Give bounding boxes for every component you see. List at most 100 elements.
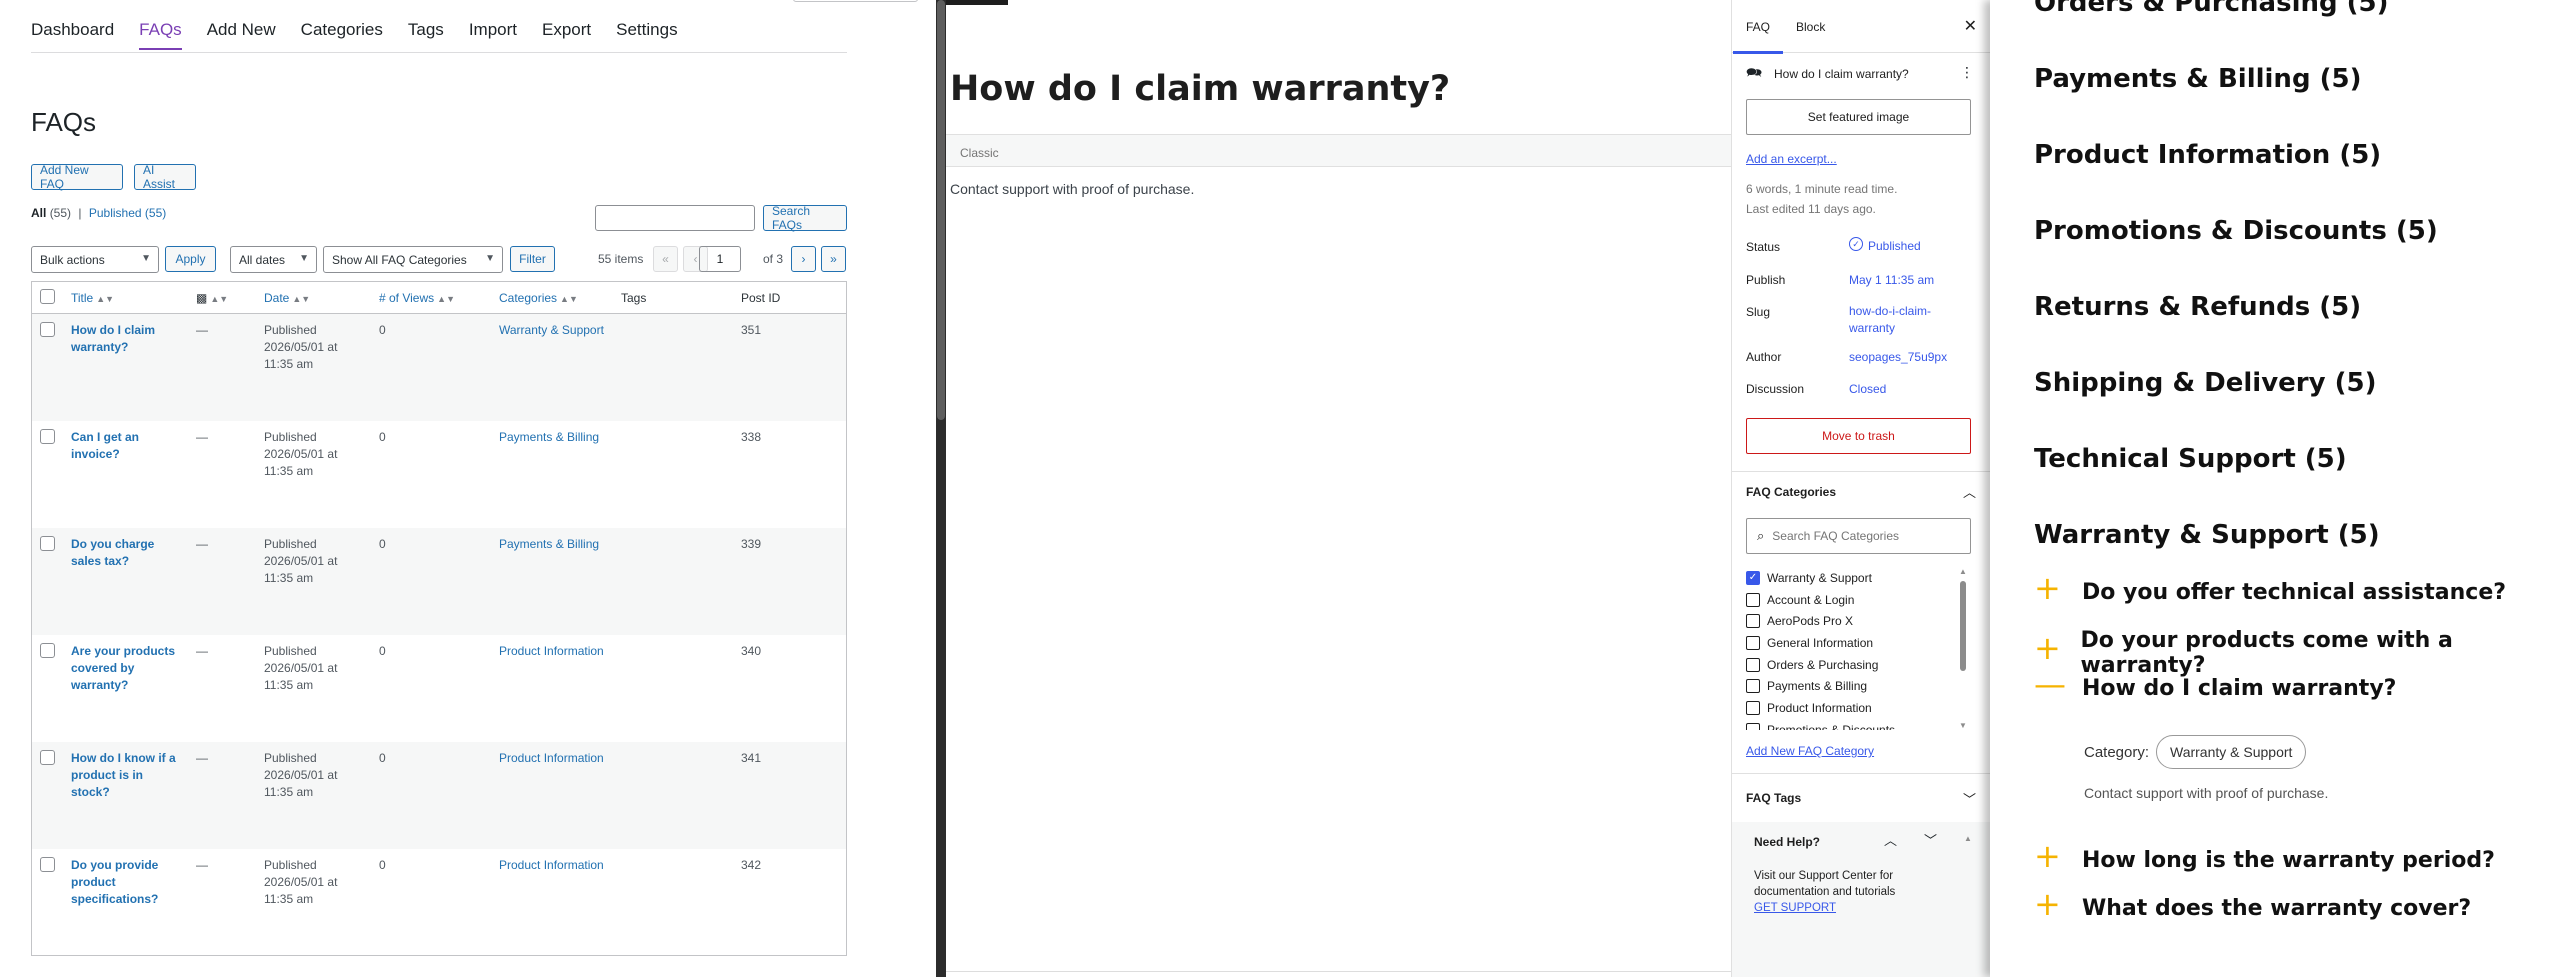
nav-import[interactable]: Import [469,20,517,50]
first-page-button[interactable]: « [653,246,678,272]
faq-question-row[interactable]: + How long is the warranty period? [2034,840,2495,874]
faq-category-heading[interactable]: Warranty & Support (5) [2034,520,2380,550]
tab-block[interactable]: Block [1796,20,1825,34]
status-value[interactable]: Published [1868,238,1921,255]
faq-question[interactable]: How long is the warranty period? [2082,848,2495,873]
category-checkbox[interactable] [1746,657,1760,672]
scroll-down-icon[interactable]: ▼ [1959,721,1967,730]
slug-value[interactable]: how-do-i-claim-warranty [1849,303,1949,337]
plus-icon[interactable]: + [2034,632,2062,664]
search-faqs-button[interactable]: Search FAQs [763,204,847,232]
category-checkbox[interactable] [1746,700,1760,715]
faq-category-heading[interactable]: Shipping & Delivery (5) [2034,368,2376,398]
move-to-trash-button[interactable]: Move to trash [1746,418,1971,454]
faq-question[interactable]: How do I claim warranty? [2082,676,2396,701]
col-title[interactable]: Title ▲▼ [63,281,188,314]
category-search-input[interactable]: ⌕ Search FAQ Categories [1746,518,1971,554]
row-checkbox[interactable] [40,535,55,551]
faq-search-input[interactable] [595,205,755,231]
nav-settings[interactable]: Settings [616,20,677,50]
chevron-up-icon[interactable]: ︿ [1963,482,1976,501]
add-excerpt-link[interactable]: Add an excerpt... [1746,152,1837,166]
category-option[interactable]: General Information [1746,632,1956,654]
col-categories[interactable]: Categories ▲▼ [491,281,613,314]
row-checkbox[interactable] [40,749,55,765]
faq-question-row[interactable]: — How do I claim warranty? [2034,668,2396,702]
filter-all[interactable]: All [31,206,46,220]
faq-category-heading[interactable]: Returns & Refunds (5) [2034,292,2361,322]
col-date[interactable]: Date ▲▼ [256,281,371,314]
faq-category-heading[interactable]: Product Information (5) [2034,140,2381,170]
scroll-up-icon[interactable]: ▲ [1959,567,1967,576]
row-title-link[interactable]: Are your products covered by warranty? [71,644,175,692]
filter-button[interactable]: Filter [510,246,555,272]
chevron-down-icon[interactable]: ﹀ [1963,789,1976,808]
add-new-category-link[interactable]: Add New FAQ Category [1746,744,1874,758]
faq-question-row[interactable]: + Do your products come with a warranty? [2034,628,2560,678]
row-category-link[interactable]: Payments & Billing [499,430,599,444]
discussion-value[interactable]: Closed [1849,381,1886,398]
row-category-link[interactable]: Warranty & Support [499,323,604,337]
col-views[interactable]: # of Views ▲▼ [371,281,491,314]
list-scrollbar[interactable] [936,0,946,977]
category-checkbox[interactable] [1746,722,1760,730]
category-checkbox[interactable] [1746,635,1760,650]
faq-tags-heading[interactable]: FAQ Tags [1746,791,1801,805]
collapse-icon[interactable]: ▲ [1964,834,1972,843]
category-option[interactable]: Payments & Billing [1746,675,1956,697]
dates-select[interactable]: All dates ▼ [230,246,317,273]
faq-category-heading[interactable]: Promotions & Discounts (5) [2034,216,2438,246]
category-option[interactable]: Orders & Purchasing [1746,654,1956,676]
category-option[interactable]: Product Information [1746,697,1956,719]
more-options-icon[interactable]: ⋮ [1960,64,1974,81]
row-title-link[interactable]: How do I know if a product is in stock? [71,751,176,799]
chevron-down-icon[interactable]: ﹀ [1924,830,1937,849]
row-category-link[interactable]: Product Information [499,751,604,765]
ai-assist-button[interactable]: AI Assist [134,163,196,191]
faq-question[interactable]: Do you offer technical assistance? [2082,580,2506,605]
faq-category-heading[interactable]: Technical Support (5) [2034,444,2347,474]
nav-tags[interactable]: Tags [408,20,444,50]
faq-question[interactable]: Do your products come with a warranty? [2080,628,2560,678]
row-title-link[interactable]: How do I claim warranty? [71,323,155,354]
faq-categories-heading[interactable]: FAQ Categories [1746,485,1836,499]
category-option[interactable]: ✓ Warranty & Support [1746,567,1956,589]
post-title[interactable]: How do I claim warranty? [950,69,1450,109]
get-support-link[interactable]: GET SUPPORT [1754,900,1954,916]
author-value[interactable]: seopages_75u9px [1849,349,1947,366]
categories-select[interactable]: Show All FAQ Categories ▼ [323,246,503,273]
plus-icon[interactable]: + [2034,572,2064,604]
close-icon[interactable]: ✕ [1964,16,1977,36]
category-checkbox[interactable] [1746,592,1760,607]
row-category-link[interactable]: Payments & Billing [499,537,599,551]
row-title-link[interactable]: Can I get an invoice? [71,430,139,461]
nav-export[interactable]: Export [542,20,591,50]
last-page-button[interactable]: » [821,246,846,272]
row-title-link[interactable]: Do you charge sales tax? [71,537,154,568]
apply-button[interactable]: Apply [165,246,216,272]
category-option[interactable]: AeroPods Pro X [1746,610,1956,632]
faq-category-heading[interactable]: Payments & Billing (5) [2034,64,2361,94]
row-category-link[interactable]: Product Information [499,858,604,872]
minus-icon[interactable]: — [2034,668,2066,700]
nav-faqs[interactable]: FAQs [139,20,182,50]
category-checkbox[interactable] [1746,679,1760,694]
category-option[interactable]: Promotions & Discounts [1746,719,1956,730]
scrollbar-thumb[interactable] [937,0,945,420]
screen-options-button[interactable] [793,0,918,2]
post-content[interactable]: Contact support with proof of purchase. [950,181,1194,197]
nav-categories[interactable]: Categories [301,20,383,50]
bulk-actions-select[interactable]: Bulk actions ▼ [31,246,159,273]
filter-published[interactable]: Published [89,206,142,220]
faq-question-row[interactable]: + What does the warranty cover? [2034,888,2471,922]
add-new-faq-button[interactable]: Add New FAQ [31,163,123,191]
faq-category-heading[interactable]: Orders & Purchasing (5) [2034,0,2389,18]
plus-icon[interactable]: + [2034,840,2064,872]
category-pill[interactable]: Warranty & Support [2156,735,2307,769]
category-checkbox[interactable]: ✓ [1746,570,1760,585]
row-title-link[interactable]: Do you provide product specifications? [71,858,158,906]
scrollbar-thumb[interactable] [1960,581,1966,671]
next-page-button[interactable]: › [791,246,816,272]
nav-add-new[interactable]: Add New [207,20,276,50]
current-page-input[interactable]: 1 [699,246,741,272]
